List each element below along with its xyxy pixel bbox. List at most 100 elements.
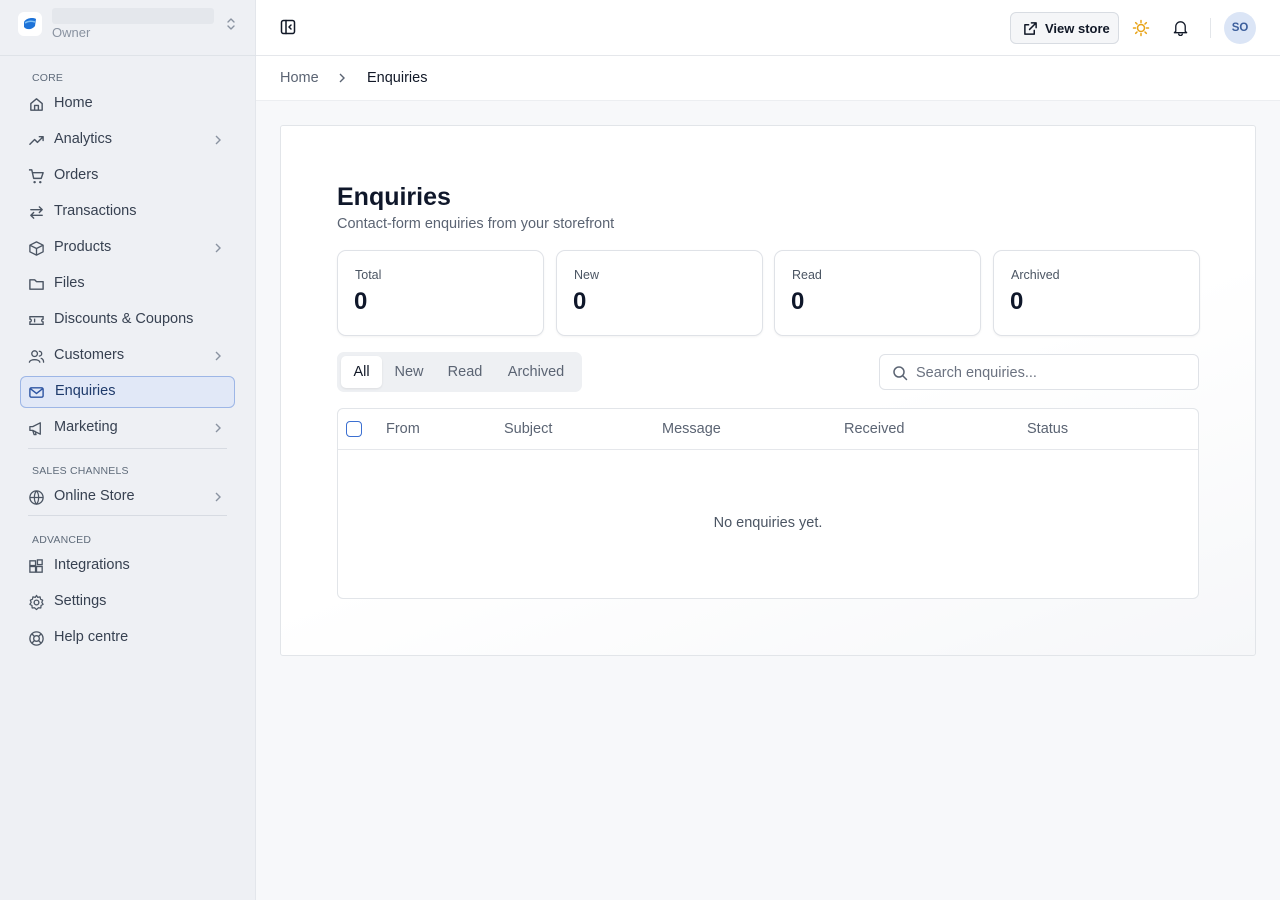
select-all-checkbox[interactable] [346, 421, 362, 437]
sidebar-item-analytics[interactable]: Analytics [20, 124, 235, 156]
breadcrumb-current: Enquiries [367, 70, 428, 86]
empty-state-message: No enquiries yet. [713, 515, 823, 531]
stat-label: Read [792, 268, 822, 282]
page-title: Enquiries [337, 183, 451, 211]
stat-label: New [574, 268, 600, 282]
search-icon [893, 366, 908, 381]
tab-all[interactable]: All [341, 356, 382, 388]
sidebar-item-integrations[interactable]: Integrations [20, 550, 235, 582]
sidebar-divider [28, 448, 227, 449]
stat-value: 0 [791, 288, 805, 315]
tab-read[interactable]: Read [439, 356, 491, 388]
column-header-subject[interactable]: Subject [504, 421, 552, 437]
sidebar-item-label: Transactions [54, 203, 137, 219]
sidebar-item-label: Files [54, 275, 85, 291]
sidebar-divider [28, 515, 227, 516]
column-header-from[interactable]: From [386, 421, 420, 437]
sidebar-item-products[interactable]: Products [20, 232, 235, 264]
users-icon [28, 350, 45, 363]
external-link-icon [1024, 22, 1037, 35]
breadcrumb-home[interactable]: Home [280, 70, 319, 86]
sidebar-item-label: Settings [54, 593, 107, 609]
sidebar-item-discounts[interactable]: Discounts & Coupons [20, 304, 235, 336]
stat-card-read: Read 0 [774, 250, 981, 336]
megaphone-icon [29, 422, 41, 436]
section-label-sales-channels: SALES CHANNELS [32, 465, 129, 477]
section-label-core: CORE [32, 72, 64, 84]
search-input[interactable] [916, 363, 1186, 383]
trending-up-icon [29, 136, 44, 145]
chevron-right-icon [215, 351, 221, 361]
sidebar-item-home[interactable]: Home [20, 88, 235, 120]
globe-icon [29, 490, 44, 505]
sidebar-item-label: Discounts & Coupons [54, 311, 194, 327]
chevron-right-icon [339, 73, 345, 83]
search-box [879, 354, 1199, 390]
sidebar-item-settings[interactable]: Settings [20, 586, 235, 618]
stat-card-new: New 0 [556, 250, 763, 336]
chevron-right-icon [215, 423, 221, 433]
section-label-advanced: ADVANCED [32, 534, 92, 546]
column-header-message[interactable]: Message [662, 421, 721, 437]
sidebar-item-label: Integrations [54, 557, 130, 573]
stat-value: 0 [573, 288, 587, 315]
filter-tabs: All New Read Archived [337, 352, 582, 392]
table-header: From Subject Message Received Status [338, 409, 1198, 450]
sidebar-item-label: Home [54, 95, 93, 111]
stat-card-total: Total 0 [337, 250, 544, 336]
sidebar-item-label: Products [54, 239, 112, 255]
topbar-separator [1210, 18, 1211, 38]
breadcrumb: Home Enquiries [256, 56, 1280, 101]
sidebar-item-transactions[interactable]: Transactions [20, 196, 235, 228]
tab-new[interactable]: New [386, 356, 432, 388]
chevron-right-icon [215, 135, 221, 145]
stat-label: Total [355, 268, 382, 282]
tab-archived[interactable]: Archived [497, 356, 575, 388]
box-icon [29, 241, 44, 256]
lifebuoy-icon [29, 631, 44, 646]
enquiries-table: From Subject Message Received Status No … [337, 408, 1199, 599]
avatar[interactable]: SO [1224, 12, 1256, 44]
enquiries-card: Enquiries Contact-form enquiries from yo… [280, 125, 1256, 656]
stat-card-archived: Archived 0 [993, 250, 1200, 336]
gear-icon [29, 594, 44, 611]
stat-label: Archived [1011, 268, 1060, 282]
sidebar-item-label: Enquiries [55, 383, 116, 399]
sidebar-item-help-centre[interactable]: Help centre [20, 622, 235, 654]
cart-icon [28, 169, 44, 184]
chevron-right-icon [215, 492, 221, 502]
folder-icon [29, 279, 44, 290]
view-store-button[interactable]: View store [1010, 12, 1119, 44]
page-subtitle: Contact-form enquiries from your storefr… [337, 216, 615, 232]
sidebar-item-customers[interactable]: Customers [20, 340, 235, 372]
sidebar-item-marketing[interactable]: Marketing [20, 412, 235, 444]
sidebar-item-label: Customers [54, 347, 125, 363]
store-logo [18, 12, 42, 36]
store-role: Owner [52, 25, 91, 40]
sidebar-item-label: Online Store [54, 488, 135, 504]
sidebar-item-label: Marketing [54, 419, 118, 435]
sidebar-item-label: Analytics [54, 131, 113, 147]
store-switcher[interactable]: Owner [0, 0, 256, 56]
sidebar-item-online-store[interactable]: Online Store [20, 481, 235, 513]
stat-value: 0 [1010, 288, 1024, 315]
blocks-icon [29, 559, 43, 573]
chevrons-up-down-icon [227, 18, 235, 30]
chevron-right-icon [215, 243, 221, 253]
sidebar-item-enquiries[interactable]: Enquiries [20, 376, 235, 408]
sidebar-item-files[interactable]: Files [20, 268, 235, 300]
view-store-label: View store [1045, 21, 1110, 36]
mail-icon [29, 387, 44, 398]
sidebar: Owner CORE Home Analytics Orders Transac… [0, 0, 256, 900]
column-header-status[interactable]: Status [1027, 421, 1068, 437]
bell-icon[interactable] [1172, 19, 1189, 36]
column-header-received[interactable]: Received [844, 421, 904, 437]
sidebar-toggle-icon[interactable] [280, 19, 296, 35]
sidebar-item-label: Help centre [54, 629, 129, 645]
sun-icon[interactable] [1132, 19, 1150, 37]
sidebar-item-label: Orders [54, 167, 99, 183]
sidebar-item-orders[interactable]: Orders [20, 160, 235, 192]
stat-value: 0 [354, 288, 368, 315]
store-name [52, 8, 214, 24]
home-icon [30, 98, 43, 111]
